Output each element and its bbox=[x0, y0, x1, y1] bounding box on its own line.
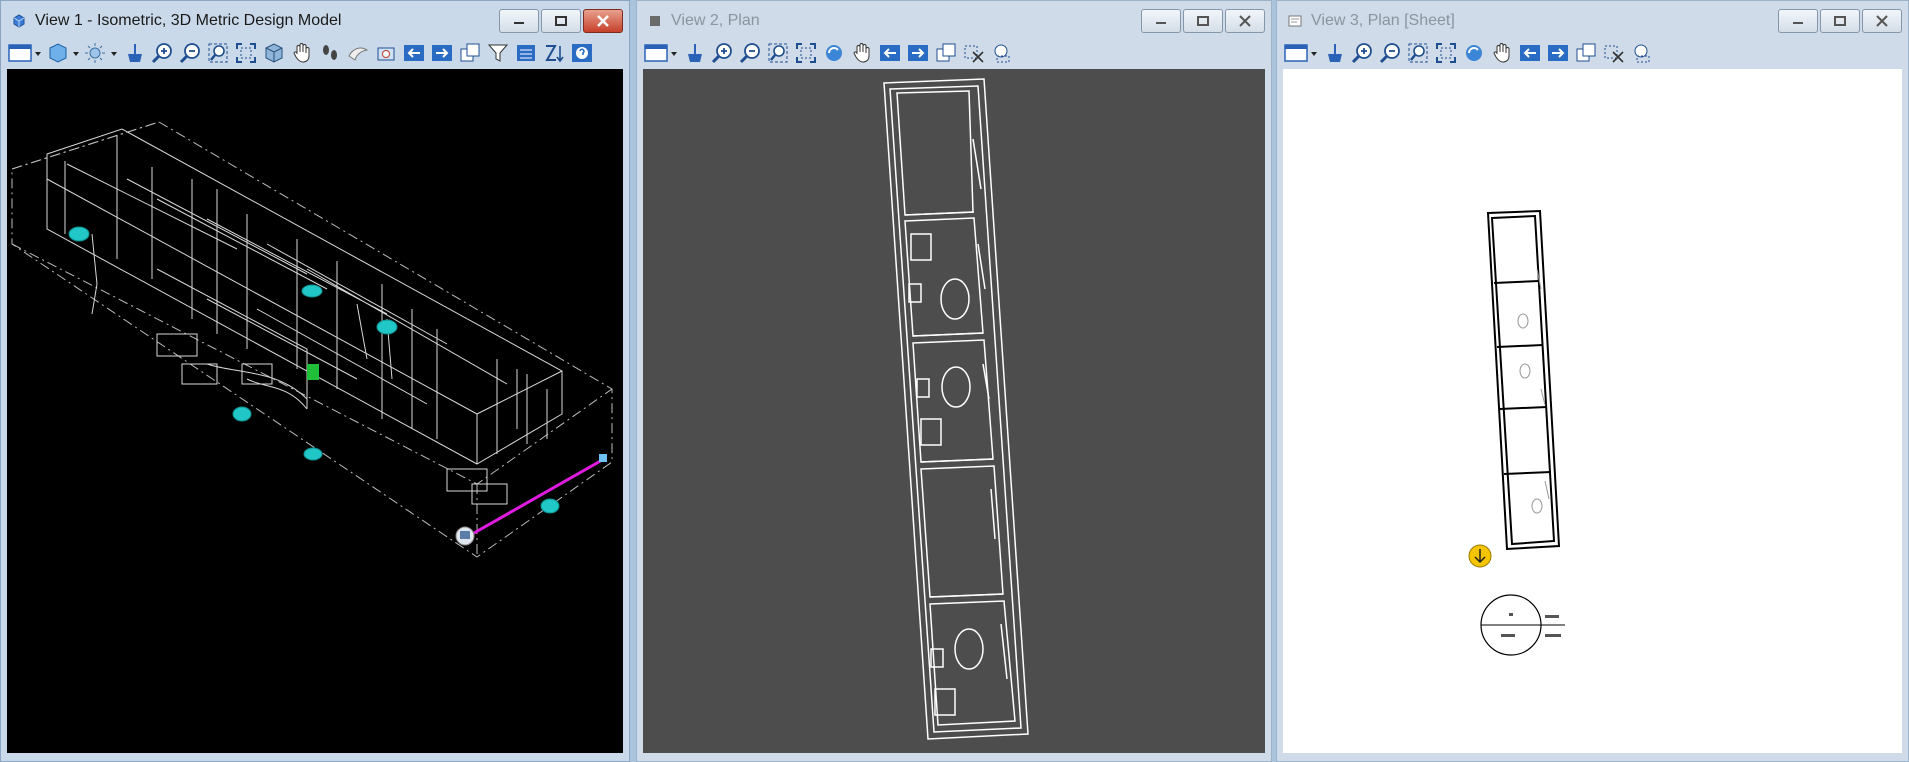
previous-view-icon[interactable] bbox=[401, 40, 427, 66]
view-2-titlebar[interactable]: View 2, Plan bbox=[637, 1, 1271, 41]
view-window-icon bbox=[650, 16, 660, 26]
display-style-icon[interactable] bbox=[45, 40, 81, 66]
view-2-toolbar bbox=[637, 37, 1271, 69]
section-callout-bubble bbox=[1480, 594, 1565, 656]
next-view-icon[interactable] bbox=[1545, 40, 1571, 66]
fit-view-icon[interactable] bbox=[793, 40, 819, 66]
view-2-window[interactable]: View 2, Plan bbox=[636, 0, 1272, 762]
rotate-view-icon[interactable] bbox=[1461, 40, 1487, 66]
sheet-drawing bbox=[1468, 209, 1565, 656]
clip-volume-icon[interactable] bbox=[961, 40, 987, 66]
fly-icon[interactable] bbox=[345, 40, 371, 66]
zoom-out-icon[interactable] bbox=[177, 40, 203, 66]
view-3-toolbar bbox=[1277, 37, 1908, 69]
pan-icon[interactable] bbox=[289, 40, 315, 66]
zoom-in-icon[interactable] bbox=[709, 40, 735, 66]
view-attributes-icon[interactable] bbox=[7, 40, 43, 66]
view-attributes-icon[interactable] bbox=[643, 40, 679, 66]
view-3-viewport[interactable] bbox=[1283, 69, 1902, 753]
update-view-icon[interactable] bbox=[121, 40, 147, 66]
view-1-titlebar[interactable]: View 1 - Isometric, 3D Metric Design Mod… bbox=[1, 1, 629, 41]
view-3-titlebar[interactable]: View 3, Plan [Sheet] bbox=[1277, 1, 1908, 41]
plan-drawing bbox=[883, 78, 1029, 740]
view-1-title: View 1 - Isometric, 3D Metric Design Mod… bbox=[35, 12, 342, 29]
copy-view-icon[interactable] bbox=[1573, 40, 1599, 66]
window-area-icon[interactable] bbox=[765, 40, 791, 66]
view-extent-icon[interactable] bbox=[1629, 40, 1655, 66]
view-3-title: View 3, Plan [Sheet] bbox=[1311, 12, 1455, 29]
toggle-3d-icon[interactable] bbox=[513, 40, 539, 66]
fit-view-icon[interactable] bbox=[1433, 40, 1459, 66]
view-1-window[interactable]: View 1 - Isometric, 3D Metric Design Mod… bbox=[0, 0, 630, 762]
minimize-button[interactable] bbox=[1778, 9, 1818, 33]
help-icon[interactable] bbox=[569, 40, 595, 66]
previous-view-icon[interactable] bbox=[877, 40, 903, 66]
window-area-icon[interactable] bbox=[1405, 40, 1431, 66]
clip-volume-icon[interactable] bbox=[1601, 40, 1627, 66]
pan-icon[interactable] bbox=[1489, 40, 1515, 66]
view-3-window[interactable]: View 3, Plan [Sheet] bbox=[1276, 0, 1909, 762]
close-button[interactable] bbox=[1862, 9, 1902, 33]
isometric-model-drawing bbox=[11, 121, 613, 558]
close-button[interactable] bbox=[583, 9, 623, 33]
maximize-button[interactable] bbox=[1820, 9, 1860, 33]
view-attributes-icon[interactable] bbox=[1283, 40, 1319, 66]
maximize-button[interactable] bbox=[1183, 9, 1223, 33]
next-view-icon[interactable] bbox=[905, 40, 931, 66]
update-view-icon[interactable] bbox=[1321, 40, 1347, 66]
previous-view-icon[interactable] bbox=[1517, 40, 1543, 66]
sync-view-icon[interactable] bbox=[541, 40, 567, 66]
pan-icon[interactable] bbox=[849, 40, 875, 66]
copy-view-icon[interactable] bbox=[933, 40, 959, 66]
view-1-viewport[interactable] bbox=[7, 69, 623, 753]
view-extent-icon[interactable] bbox=[989, 40, 1015, 66]
camera-icon[interactable] bbox=[373, 40, 399, 66]
zoom-in-icon[interactable] bbox=[149, 40, 175, 66]
next-view-icon[interactable] bbox=[429, 40, 455, 66]
view-2-viewport[interactable] bbox=[643, 69, 1265, 753]
fit-view-icon[interactable] bbox=[233, 40, 259, 66]
view-cube-icon bbox=[13, 14, 25, 28]
view-1-toolbar bbox=[1, 37, 629, 69]
sheet-icon bbox=[1288, 15, 1302, 27]
zoom-out-icon[interactable] bbox=[737, 40, 763, 66]
minimize-button[interactable] bbox=[499, 9, 539, 33]
window-area-icon[interactable] bbox=[205, 40, 231, 66]
update-view-icon[interactable] bbox=[681, 40, 707, 66]
zoom-out-icon[interactable] bbox=[1377, 40, 1403, 66]
lighting-icon[interactable] bbox=[83, 40, 119, 66]
view-2-title: View 2, Plan bbox=[671, 12, 760, 29]
zoom-in-icon[interactable] bbox=[1349, 40, 1375, 66]
close-button[interactable] bbox=[1225, 9, 1265, 33]
copy-view-icon[interactable] bbox=[457, 40, 483, 66]
rotate-view-icon[interactable] bbox=[821, 40, 847, 66]
maximize-button[interactable] bbox=[541, 9, 581, 33]
walk-icon[interactable] bbox=[317, 40, 343, 66]
minimize-button[interactable] bbox=[1141, 9, 1181, 33]
rotate-view-icon[interactable] bbox=[261, 40, 287, 66]
clip-volume-icon[interactable] bbox=[485, 40, 511, 66]
